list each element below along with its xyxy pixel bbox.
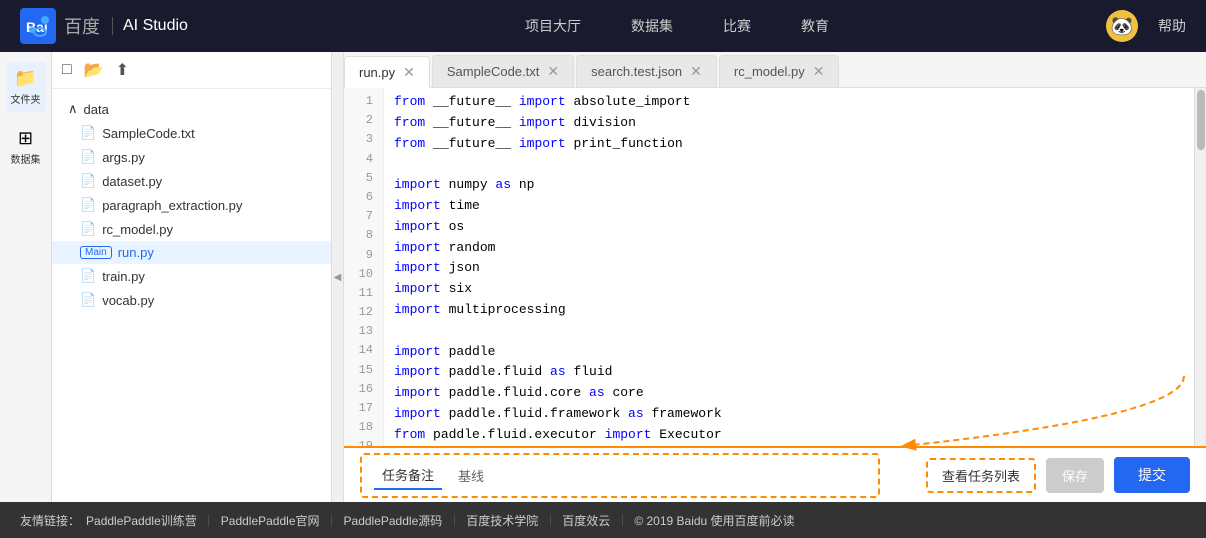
file-dataset[interactable]: 📄 dataset.py (52, 169, 331, 193)
nav-education[interactable]: 教育 (801, 16, 829, 36)
tab-label: rc_model.py (734, 64, 805, 79)
header: Bai 百度 AI Studio 项目大厅 数据集 比赛 教育 🐼 帮助 (0, 0, 1206, 52)
file-name: train.py (102, 269, 145, 284)
new-file-icon[interactable]: □ (62, 61, 72, 79)
collapse-icon: ◀ (334, 272, 342, 283)
baidu-logo: Bai (20, 8, 56, 44)
file-name: run.py (118, 245, 154, 260)
tab-label: search.test.json (591, 64, 682, 79)
nav-projects[interactable]: 项目大厅 (525, 16, 581, 36)
editor-area: run.py ✕ SampleCode.txt ✕ search.test.js… (344, 52, 1206, 502)
tab-label: run.py (359, 65, 395, 80)
file-icon: 📄 (80, 149, 96, 165)
folder-data[interactable]: ∧ data (52, 97, 331, 121)
file-tree: □ 📂 ⬆ ∧ data 📄 SampleCode.txt 📄 args.py … (52, 52, 332, 502)
sidebar-item-datasets[interactable]: ⊞ 数据集 (6, 122, 46, 172)
folder-name: data (84, 102, 109, 117)
tab-close-runpy[interactable]: ✕ (403, 64, 415, 81)
task-list-button[interactable]: 查看任务列表 (926, 458, 1036, 493)
file-args[interactable]: 📄 args.py (52, 145, 331, 169)
footer-link-baiduyun[interactable]: 百度效云 (562, 512, 610, 529)
editor-tabs: run.py ✕ SampleCode.txt ✕ search.test.js… (344, 52, 1206, 88)
studio-label: AI Studio (112, 17, 188, 35)
file-train[interactable]: 📄 train.py (52, 264, 331, 288)
footer-link-paddlesrc[interactable]: PaddlePaddle源码 (344, 512, 443, 529)
right-buttons: 查看任务列表 保存 提交 (926, 457, 1190, 493)
footer-prefix: 友情链接： (20, 512, 80, 529)
tab-label: SampleCode.txt (447, 64, 540, 79)
nav-competition[interactable]: 比赛 (723, 16, 751, 36)
grid-icon: ⊞ (18, 128, 33, 149)
baseline-tab[interactable]: 基线 (450, 462, 492, 489)
header-right: 🐼 帮助 (1106, 10, 1186, 42)
help-link[interactable]: 帮助 (1158, 16, 1186, 36)
bottom-bar: 任务备注 基线 查看任务列表 保存 提交 (344, 446, 1206, 502)
footer-link-paddlecamp[interactable]: PaddlePaddle训练营 (86, 512, 197, 529)
avatar[interactable]: 🐼 (1106, 10, 1138, 42)
editor-scrollbar[interactable] (1194, 88, 1206, 446)
code-editor[interactable]: 12345 678910 1112131415 1617181920 21222… (344, 88, 1194, 446)
upload-icon[interactable]: ⬆ (116, 60, 129, 80)
datasets-label: 数据集 (11, 151, 41, 166)
file-name: vocab.py (102, 293, 154, 308)
sidebar-icons: 📁 文件夹 ⊞ 数据集 (0, 52, 52, 502)
line-numbers: 12345 678910 1112131415 1617181920 21222… (344, 88, 384, 446)
file-rcmodel[interactable]: 📄 rc_model.py (52, 217, 331, 241)
footer-link-baidutech[interactable]: 百度技术学院 (466, 512, 538, 529)
main-area: 📁 文件夹 ⊞ 数据集 □ 📂 ⬆ ∧ data 📄 SampleCode.tx… (0, 52, 1206, 502)
file-icon: 📄 (80, 268, 96, 284)
scrollbar-thumb (1197, 90, 1205, 150)
file-icon: 📄 (80, 197, 96, 213)
tab-samplecode[interactable]: SampleCode.txt ✕ (432, 55, 574, 87)
file-name: args.py (102, 150, 145, 165)
code-lines: from __future__ import absolute_import f… (384, 88, 1194, 446)
code-content: 12345 678910 1112131415 1617181920 21222… (344, 88, 1194, 446)
main-nav: 项目大厅 数据集 比赛 教育 (248, 16, 1106, 36)
file-icon: 📄 (80, 173, 96, 189)
file-name: dataset.py (102, 174, 162, 189)
sidebar-item-files[interactable]: 📁 文件夹 (6, 62, 46, 112)
file-icon: 📄 (80, 125, 96, 141)
file-name: SampleCode.txt (102, 126, 195, 141)
tab-close-samplecode[interactable]: ✕ (547, 63, 559, 80)
tab-searchtest[interactable]: search.test.json ✕ (576, 55, 717, 87)
file-icon: 📄 (80, 221, 96, 237)
file-tree-toolbar: □ 📂 ⬆ (52, 52, 331, 89)
task-text-input[interactable] (500, 468, 866, 483)
tab-close-rcmodel[interactable]: ✕ (813, 63, 825, 80)
folder-icon: 📁 (14, 68, 36, 89)
files-label: 文件夹 (11, 91, 41, 106)
file-icon: 📄 (80, 292, 96, 308)
task-input-area: 任务备注 基线 (360, 453, 880, 498)
task-notes-tab[interactable]: 任务备注 (374, 461, 442, 490)
tab-runpy[interactable]: run.py ✕ (344, 56, 430, 88)
tab-rcmodel[interactable]: rc_model.py ✕ (719, 55, 840, 87)
bottom-section: 任务备注 基线 查看任务列表 保存 提交 (344, 446, 1206, 502)
file-runpy[interactable]: Main run.py (52, 241, 331, 264)
file-paragraph[interactable]: 📄 paragraph_extraction.py (52, 193, 331, 217)
file-vocab[interactable]: 📄 vocab.py (52, 288, 331, 312)
footer-copyright: © 2019 Baidu 使用百度前必读 (634, 512, 794, 529)
main-badge: Main (80, 246, 112, 259)
logo: Bai 百度 AI Studio (20, 8, 188, 44)
tab-close-searchtest[interactable]: ✕ (690, 63, 702, 80)
footer-link-paddleweb[interactable]: PaddlePaddle官网 (221, 512, 320, 529)
chevron-down-icon: ∧ (68, 101, 78, 117)
collapse-panel[interactable]: ◀ (332, 52, 344, 502)
save-button[interactable]: 保存 (1046, 458, 1104, 493)
new-folder-icon[interactable]: 📂 (84, 60, 104, 80)
file-tree-content: ∧ data 📄 SampleCode.txt 📄 args.py 📄 data… (52, 89, 331, 502)
submit-button[interactable]: 提交 (1114, 457, 1190, 493)
file-samplecode[interactable]: 📄 SampleCode.txt (52, 121, 331, 145)
file-name: paragraph_extraction.py (102, 198, 242, 213)
footer: 友情链接： PaddlePaddle训练营 ｜ PaddlePaddle官网 ｜… (0, 502, 1206, 538)
file-name: rc_model.py (102, 222, 173, 237)
nav-datasets[interactable]: 数据集 (631, 16, 673, 36)
